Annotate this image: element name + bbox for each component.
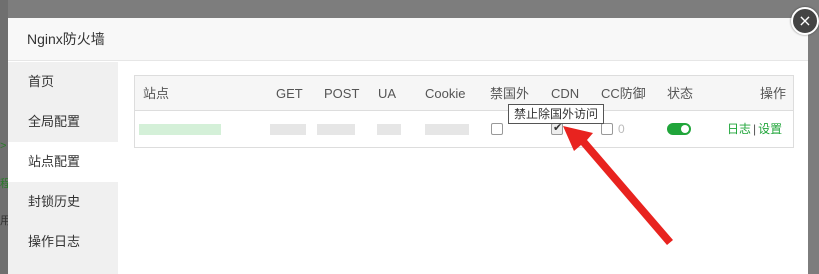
annotation-arrow-icon [563,126,673,245]
annotation-arrow-shape [563,126,673,245]
